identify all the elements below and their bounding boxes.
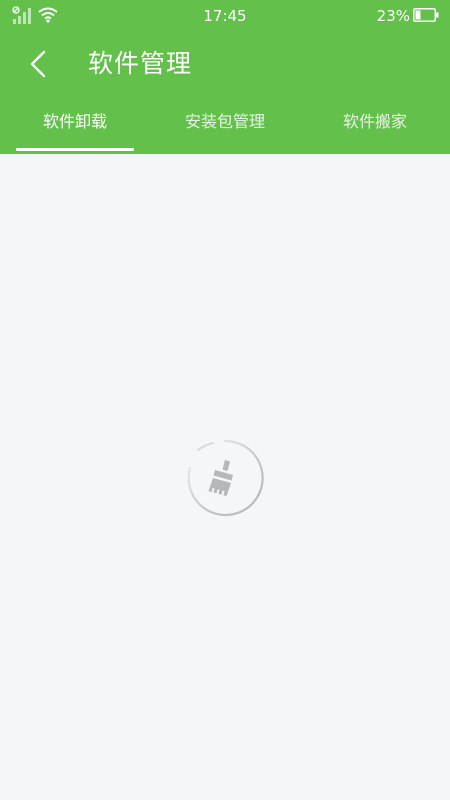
tab-bar: 软件卸载 安装包管理 软件搬家 [0,100,450,154]
battery-percent: 23% [376,7,410,25]
broom-icon [208,460,233,496]
status-bar: 17:45 23% [0,0,450,32]
app-header: 17:45 23% 软件管理 软件卸载 安装包管理 软件搬家 [0,0,450,154]
tab-package-management[interactable]: 安装包管理 [166,100,284,154]
page-title: 软件管理 [88,49,193,78]
chevron-left-icon [30,50,46,78]
battery-icon [413,8,439,22]
back-button[interactable] [18,44,58,84]
tab-uninstall[interactable]: 软件卸载 [16,100,134,154]
loading-spinner [187,439,264,517]
tab-app-move[interactable]: 软件搬家 [316,100,434,154]
active-tab-indicator [16,148,134,151]
